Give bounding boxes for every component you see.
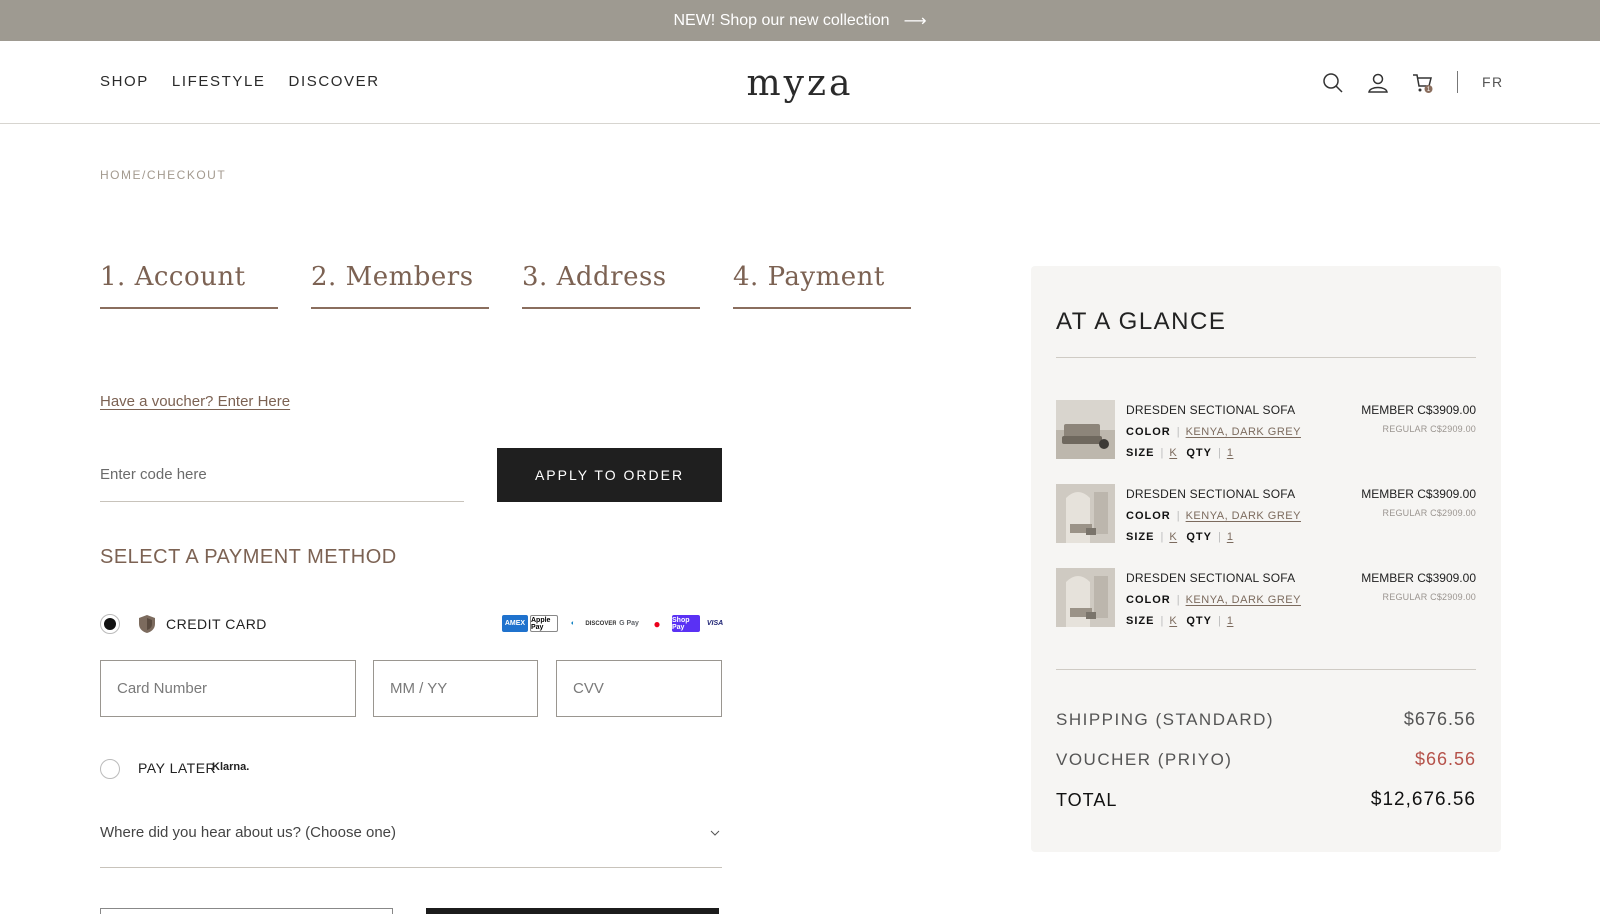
breadcrumb[interactable]: HOME/CHECKOUT bbox=[100, 168, 226, 182]
hear-about-us-value: Where did you hear about us? (Choose one… bbox=[100, 824, 397, 841]
summary-divider bbox=[1056, 357, 1476, 358]
visa-icon: VISA bbox=[702, 615, 728, 632]
promo-text[interactable]: NEW! Shop our new collection bbox=[673, 12, 889, 30]
size-label: SIZE bbox=[1126, 447, 1155, 459]
cvv-field[interactable] bbox=[556, 660, 722, 717]
mastercard-icon: ● bbox=[644, 615, 670, 632]
total-value: $12,676.56 bbox=[1370, 789, 1476, 810]
google-pay-icon: G Pay bbox=[616, 615, 642, 632]
hear-about-us-select[interactable]: Where did you hear about us? (Choose one… bbox=[100, 806, 722, 868]
color-label: COLOR bbox=[1126, 594, 1171, 606]
diners-icon: ◐ bbox=[560, 615, 586, 632]
cart-icon[interactable]: 1 bbox=[1412, 72, 1434, 94]
cart-item: DRESDEN SECTIONAL SOFA COLOR | KENYA, DARK… bbox=[1056, 484, 1476, 554]
item-name: DRESDEN SECTIONAL SOFA bbox=[1126, 487, 1296, 501]
summary-title: AT A GLANCE bbox=[1056, 308, 1227, 335]
size-value[interactable]: K bbox=[1169, 531, 1177, 543]
payment-method-title: SELECT A PAYMENT METHOD bbox=[100, 546, 397, 568]
sofa-image bbox=[1056, 568, 1115, 627]
regular-price: REGULAR C$2909.00 bbox=[1382, 592, 1476, 602]
color-value[interactable]: KENYA, DARK GREY bbox=[1186, 426, 1301, 438]
item-size-row: SIZE | K QTY | 1 bbox=[1126, 531, 1234, 543]
size-label: SIZE bbox=[1126, 615, 1155, 627]
size-value[interactable]: K bbox=[1169, 615, 1177, 627]
voucher-label: VOUCHER (PRIYO) bbox=[1056, 750, 1233, 769]
color-value[interactable]: KENYA, DARK GREY bbox=[1186, 510, 1301, 522]
klarna-logo: Klarna. bbox=[212, 761, 250, 773]
qty-value[interactable]: 1 bbox=[1227, 447, 1234, 459]
shield-icon bbox=[139, 615, 155, 633]
card-number-field[interactable] bbox=[100, 660, 356, 717]
size-value[interactable]: K bbox=[1169, 447, 1177, 459]
apply-voucher-button[interactable]: APPLY TO ORDER bbox=[497, 448, 722, 502]
apple-pay-icon: Apple Pay bbox=[530, 615, 558, 632]
account-icon[interactable] bbox=[1367, 72, 1389, 94]
cart-item: DRESDEN SECTIONAL SOFA COLOR | KENYA, DARK… bbox=[1056, 568, 1476, 638]
brand-logo[interactable]: myza bbox=[0, 63, 1600, 104]
site-header: SHOP LIFESTYLE DISCOVER myza 1 FR bbox=[0, 41, 1600, 124]
member-price: MEMBER C$3909.00 bbox=[1361, 487, 1476, 501]
sofa-image bbox=[1056, 484, 1115, 543]
item-color-row: COLOR | KENYA, DARK GREY bbox=[1126, 510, 1301, 522]
header-divider bbox=[1457, 71, 1458, 93]
step-account[interactable]: 1. Account bbox=[100, 262, 278, 309]
color-value[interactable]: KENYA, DARK GREY bbox=[1186, 594, 1301, 606]
item-size-row: SIZE | K QTY | 1 bbox=[1126, 447, 1234, 459]
qty-label: QTY bbox=[1186, 615, 1212, 627]
card-logos: AMEX Apple Pay ◐ DISCOVER G Pay ● Shop P… bbox=[502, 615, 728, 632]
summary-divider bbox=[1056, 669, 1476, 670]
member-price: MEMBER C$3909.00 bbox=[1361, 403, 1476, 417]
item-size-row: SIZE | K QTY | 1 bbox=[1126, 615, 1234, 627]
discover-icon: DISCOVER bbox=[585, 615, 617, 632]
regular-price: REGULAR C$2909.00 bbox=[1382, 508, 1476, 518]
expiry-field[interactable] bbox=[373, 660, 538, 717]
step-members[interactable]: 2. Members bbox=[311, 262, 489, 309]
voucher-value: $66.56 bbox=[1414, 749, 1476, 769]
color-label: COLOR bbox=[1126, 426, 1171, 438]
step-payment[interactable]: 4. Payment bbox=[733, 262, 911, 309]
pay-later-label[interactable]: PAY LATER bbox=[138, 760, 216, 776]
place-order-button[interactable] bbox=[426, 908, 719, 914]
chevron-down-icon bbox=[710, 830, 720, 836]
qty-label: QTY bbox=[1186, 447, 1212, 459]
cart-item: DRESDEN SECTIONAL SOFA COLOR | KENYA, DARK… bbox=[1056, 400, 1476, 470]
sofa-image bbox=[1056, 400, 1115, 459]
amex-icon: AMEX bbox=[502, 615, 528, 632]
item-name: DRESDEN SECTIONAL SOFA bbox=[1126, 571, 1296, 585]
voucher-code-input[interactable] bbox=[100, 448, 464, 502]
member-price: MEMBER C$3909.00 bbox=[1361, 571, 1476, 585]
arrow-right-icon[interactable]: ⟶ bbox=[904, 11, 927, 31]
qty-value[interactable]: 1 bbox=[1227, 615, 1234, 627]
regular-price: REGULAR C$2909.00 bbox=[1382, 424, 1476, 434]
product-thumbnail[interactable] bbox=[1056, 568, 1115, 627]
promo-bar[interactable]: NEW! Shop our new collection ⟶ bbox=[0, 0, 1600, 41]
back-button[interactable] bbox=[100, 908, 393, 914]
order-summary-panel: AT A GLANCE DRESDEN SECTIONAL SOFA COLOR… bbox=[1031, 266, 1501, 852]
product-thumbnail[interactable] bbox=[1056, 484, 1115, 543]
shipping-value: $676.56 bbox=[1403, 709, 1476, 729]
size-label: SIZE bbox=[1126, 531, 1155, 543]
product-thumbnail[interactable] bbox=[1056, 400, 1115, 459]
pay-later-radio[interactable] bbox=[100, 759, 120, 779]
step-address[interactable]: 3. Address bbox=[522, 262, 700, 309]
qty-value[interactable]: 1 bbox=[1227, 531, 1234, 543]
voucher-link[interactable]: Have a voucher? Enter Here bbox=[100, 393, 290, 410]
item-color-row: COLOR | KENYA, DARK GREY bbox=[1126, 594, 1301, 606]
qty-label: QTY bbox=[1186, 531, 1212, 543]
language-toggle[interactable]: FR bbox=[1482, 74, 1504, 90]
shipping-label: SHIPPING (STANDARD) bbox=[1056, 710, 1275, 729]
credit-card-radio[interactable] bbox=[100, 614, 120, 634]
color-label: COLOR bbox=[1126, 510, 1171, 522]
total-label: TOTAL bbox=[1056, 790, 1118, 810]
item-color-row: COLOR | KENYA, DARK GREY bbox=[1126, 426, 1301, 438]
shop-pay-icon: Shop Pay bbox=[672, 615, 700, 632]
item-name: DRESDEN SECTIONAL SOFA bbox=[1126, 403, 1296, 417]
credit-card-label[interactable]: CREDIT CARD bbox=[166, 616, 267, 632]
search-icon[interactable] bbox=[1322, 72, 1344, 94]
